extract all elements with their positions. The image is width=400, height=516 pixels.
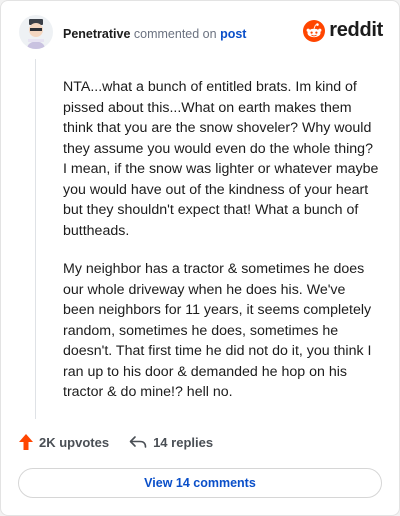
view-comments-button[interactable]: View 14 comments <box>18 468 382 498</box>
avatar[interactable] <box>19 15 53 49</box>
upvote-arrow-icon <box>19 434 33 450</box>
replies-count: 14 replies <box>153 434 214 450</box>
comment-card: Penetrative commented on post reddit NTA… <box>0 0 400 516</box>
replies-button[interactable]: 14 replies <box>129 435 213 450</box>
reddit-snoo-icon <box>303 19 326 42</box>
upvote-button[interactable]: 2K upvotes <box>19 434 109 450</box>
comment-paragraph: NTA...what a bunch of entitled brats. Im… <box>63 79 379 239</box>
comment-header: Penetrative commented on post <box>63 27 246 41</box>
username-link[interactable]: Penetrative <box>63 27 130 41</box>
comment-paragraph: My neighbor has a tractor & sometimes he… <box>63 261 372 400</box>
thread-line[interactable] <box>35 59 36 419</box>
upvote-count: 2K upvotes <box>39 434 110 450</box>
reddit-logo[interactable]: reddit <box>303 19 383 42</box>
post-link[interactable]: post <box>220 27 246 41</box>
comment-actions: 2K upvotes 14 replies <box>19 434 213 450</box>
header-action-text: commented on <box>133 27 217 41</box>
comment-body: NTA...what a bunch of entitled brats. Im… <box>63 77 379 421</box>
reply-arrow-icon <box>129 436 147 448</box>
reddit-wordmark: reddit <box>329 19 383 41</box>
